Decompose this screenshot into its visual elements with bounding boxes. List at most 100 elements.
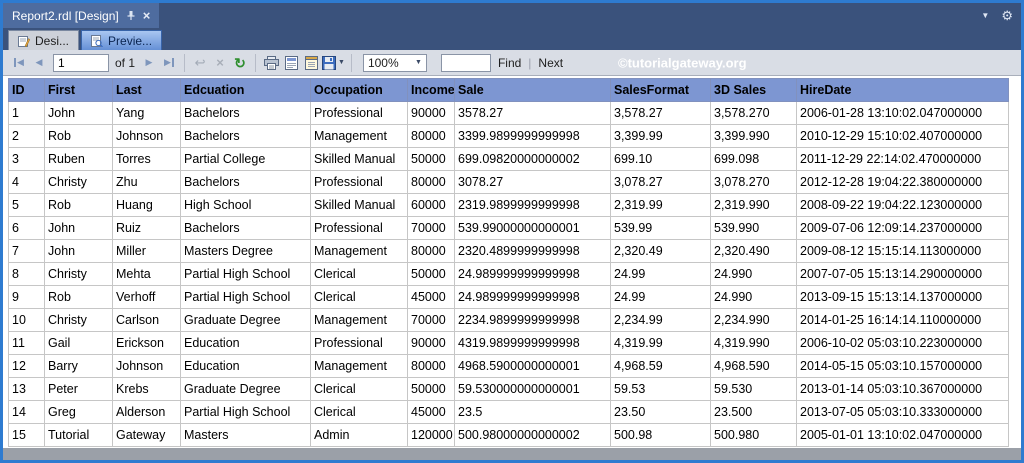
- page-number-input[interactable]: [53, 53, 109, 72]
- next-button[interactable]: Next: [538, 56, 563, 70]
- table-cell: 50000: [407, 147, 455, 171]
- gear-icon[interactable]: ⚙: [1001, 9, 1013, 22]
- tab-design[interactable]: Desi...: [8, 30, 80, 50]
- table-cell: 80000: [407, 354, 455, 378]
- table-cell: 90000: [407, 101, 455, 125]
- table-cell: 2,319.990: [710, 193, 797, 217]
- table-cell: Bachelors: [180, 101, 311, 125]
- watermark-text: ©tutorialgateway.org: [618, 55, 747, 70]
- table-cell: 2006-01-28 13:10:02.047000000: [796, 101, 1009, 125]
- table-cell: Professional: [310, 216, 408, 240]
- table-cell: Graduate Degree: [180, 377, 311, 401]
- document-tab[interactable]: Report2.rdl [Design] ×: [3, 3, 160, 28]
- find-button[interactable]: Find: [498, 56, 521, 70]
- table-cell: Skilled Manual: [310, 147, 408, 171]
- table-cell: 12: [8, 354, 45, 378]
- table-cell: 80000: [407, 170, 455, 194]
- table-cell: Krebs: [112, 377, 181, 401]
- table-cell: Management: [310, 354, 408, 378]
- page-setup-icon: [304, 55, 318, 70]
- table-cell: 2013-09-15 15:13:14.137000000: [796, 285, 1009, 309]
- previous-page-button[interactable]: ◀: [30, 53, 48, 73]
- table-cell: 2320.4899999999998: [454, 239, 611, 263]
- chevron-down-icon[interactable]: ▼: [981, 11, 989, 20]
- table-cell: Johnson: [112, 354, 181, 378]
- next-page-button[interactable]: ▶: [140, 53, 158, 73]
- table-cell: 2005-01-01 13:10:02.047000000: [796, 423, 1009, 447]
- pin-icon[interactable]: [126, 10, 136, 21]
- table-cell: 59.530000000000001: [454, 377, 611, 401]
- table-cell: 539.99: [610, 216, 711, 240]
- table-cell: 3,078.27: [610, 170, 711, 194]
- find-input[interactable]: [440, 53, 491, 72]
- print-layout-button[interactable]: [282, 53, 300, 73]
- table-cell: 4,319.99: [610, 331, 711, 355]
- document-tab-bar: Report2.rdl [Design] × ▼ ⚙: [3, 3, 1021, 28]
- table-cell: 10: [8, 308, 45, 332]
- table-cell: 2,234.990: [710, 308, 797, 332]
- table-cell: 4: [8, 170, 45, 194]
- table-cell: Management: [310, 239, 408, 263]
- column-header: HireDate: [796, 78, 1009, 102]
- table-row: 4 Christy Zhu Bachelors Professional 80000 307…: [8, 170, 1009, 194]
- zoom-caret-icon: ▼: [415, 59, 422, 66]
- refresh-button[interactable]: ↻: [231, 53, 249, 73]
- print-icon: [263, 55, 279, 70]
- table-cell: 4968.5900000000001: [454, 354, 611, 378]
- zoom-select[interactable]: 100% ▼: [362, 53, 427, 72]
- table-cell: Management: [310, 124, 408, 148]
- page-setup-button[interactable]: [302, 53, 320, 73]
- column-header: Edcuation: [180, 78, 311, 102]
- table-cell: 3,399.99: [610, 124, 711, 148]
- table-cell: 4319.9899999999998: [454, 331, 611, 355]
- column-header: ID: [8, 78, 45, 102]
- find-next-divider: |: [528, 55, 532, 70]
- table-cell: 23.5: [454, 400, 611, 424]
- table-cell: 24.989999999999998: [454, 285, 611, 309]
- table-cell: Huang: [112, 193, 181, 217]
- view-tab-bar: Desi... Previe...: [3, 28, 1021, 50]
- table-cell: 2009-08-12 15:15:14.113000000: [796, 239, 1009, 263]
- table-cell: 2: [8, 124, 45, 148]
- table-cell: Graduate Degree: [180, 308, 311, 332]
- table-cell: 4,319.990: [710, 331, 797, 355]
- close-icon[interactable]: ×: [143, 9, 151, 22]
- table-cell: John: [44, 101, 113, 125]
- table-cell: 2011-12-29 22:14:02.470000000: [796, 147, 1009, 171]
- table-cell: 24.99: [610, 285, 711, 309]
- back-button[interactable]: ↩: [191, 53, 209, 73]
- table-cell: 2234.9899999999998: [454, 308, 611, 332]
- table-row: 2 Rob Johnson Bachelors Management 80000 3399.…: [8, 124, 1009, 148]
- nav-bar: [171, 58, 174, 67]
- table-cell: Bachelors: [180, 216, 311, 240]
- export-button[interactable]: ▼: [322, 53, 345, 73]
- table-cell: 23.50: [610, 400, 711, 424]
- print-button[interactable]: [262, 53, 280, 73]
- table-cell: 4,968.590: [710, 354, 797, 378]
- table-cell: 2012-12-28 19:04:22.380000000: [796, 170, 1009, 194]
- table-cell: Greg: [44, 400, 113, 424]
- bottom-gray-strip: [3, 448, 1021, 460]
- table-cell: 2007-07-05 15:13:14.290000000: [796, 262, 1009, 286]
- table-cell: Barry: [44, 354, 113, 378]
- table-cell: 80000: [407, 124, 455, 148]
- last-page-icon: ▶: [164, 58, 174, 67]
- first-page-button[interactable]: ◀: [10, 53, 28, 73]
- nav-bar: [14, 58, 17, 67]
- table-cell: 59.530: [710, 377, 797, 401]
- stop-icon: ×: [216, 55, 224, 70]
- table-cell: 2008-09-22 19:04:22.123000000: [796, 193, 1009, 217]
- stop-button[interactable]: ×: [211, 53, 229, 73]
- table-cell: Clerical: [310, 400, 408, 424]
- table-cell: 2,320.49: [610, 239, 711, 263]
- report-table-body: 1 John Yang Bachelors Professional 90000 3578.…: [8, 101, 1009, 447]
- table-cell: Gail: [44, 331, 113, 355]
- column-header: First: [44, 78, 113, 102]
- tab-preview[interactable]: Previe...: [81, 30, 163, 50]
- last-page-button[interactable]: ▶: [160, 53, 178, 73]
- table-cell: 50000: [407, 377, 455, 401]
- table-cell: Christy: [44, 262, 113, 286]
- table-cell: 500.980: [710, 423, 797, 447]
- toolbar-separator: [350, 53, 352, 72]
- table-cell: Johnson: [112, 124, 181, 148]
